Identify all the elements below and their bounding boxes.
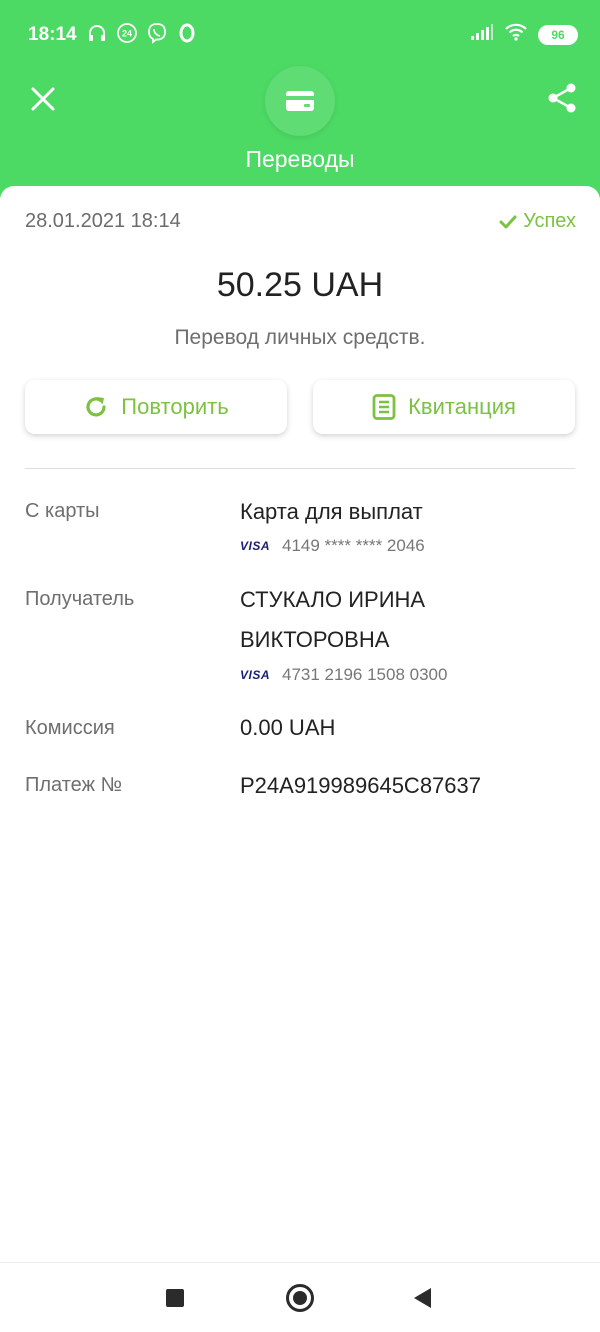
headphones-icon <box>86 22 108 44</box>
check-icon <box>499 215 517 228</box>
status-badge: Успех <box>499 210 576 233</box>
payment-number-label: Платеж № <box>25 774 122 796</box>
close-button[interactable] <box>26 82 60 116</box>
status-time: 18:14 <box>28 24 77 45</box>
battery-level: 96 <box>551 27 565 42</box>
transaction-date: 28.01.2021 18:14 <box>25 210 181 232</box>
privat24-badge-text: 24 <box>122 29 132 39</box>
battery-indicator: 96 <box>538 24 578 45</box>
refresh-icon <box>86 397 106 417</box>
status-notification-icons: 24 <box>86 22 198 44</box>
from-card-label: С карты <box>25 500 100 522</box>
privat24-icon: 24 <box>116 22 138 44</box>
visa-logo-icon: VISA <box>240 668 271 682</box>
status-text: Успех <box>523 210 576 232</box>
share-button[interactable] <box>544 80 580 116</box>
from-card-info: VISA 4149 **** **** 2046 <box>240 536 425 556</box>
repeat-button-label: Повторить <box>121 394 229 419</box>
repeat-button[interactable]: Повторить <box>25 380 287 434</box>
status-system-icons: 96 <box>470 23 578 46</box>
wallet-icon <box>286 91 314 111</box>
section-divider <box>25 468 575 469</box>
visa-logo-icon: VISA <box>240 539 271 553</box>
payment-number-value[interactable]: P24A919989645C87637 <box>240 773 481 799</box>
from-card-name: Карта для выплат <box>240 499 423 524</box>
recipient-label: Получатель <box>25 588 135 610</box>
recipient-name-line2: ВИКТОРОВНА <box>240 627 390 652</box>
share-icon <box>548 83 576 113</box>
system-navigation-bar <box>0 1262 600 1332</box>
from-card-number: 4149 **** **** 2046 <box>282 536 425 555</box>
recipient-name-line1: СТУКАЛО ИРИНА <box>240 587 426 612</box>
signal-icon <box>470 23 494 46</box>
receipt-icon <box>372 394 396 420</box>
commission-value: 0.00 UAH <box>240 715 336 740</box>
commission-label: Комиссия <box>25 717 115 739</box>
recipient-card-info: VISA 4731 2196 1508 0300 <box>240 665 447 685</box>
viber-icon <box>146 22 168 44</box>
recipient-card-number: 4731 2196 1508 0300 <box>282 665 448 684</box>
receipt-button-label: Квитанция <box>408 394 516 419</box>
back-button[interactable] <box>414 1288 431 1308</box>
close-icon <box>31 87 55 111</box>
wifi-icon <box>504 23 528 46</box>
transaction-description: Перевод личных средств. <box>174 326 426 349</box>
recent-apps-button[interactable] <box>166 1289 184 1307</box>
category-badge <box>265 66 335 136</box>
app-header: Переводы <box>0 60 600 190</box>
transaction-details-sheet: 28.01.2021 18:14 Успех 50.25 UAH Перевод… <box>0 186 600 1262</box>
receipt-button[interactable]: Квитанция <box>313 380 575 434</box>
home-button[interactable] <box>286 1284 314 1312</box>
opera-icon <box>176 22 198 44</box>
page-title: Переводы <box>245 146 355 172</box>
transaction-amount: 50.25 UAH <box>216 266 384 304</box>
